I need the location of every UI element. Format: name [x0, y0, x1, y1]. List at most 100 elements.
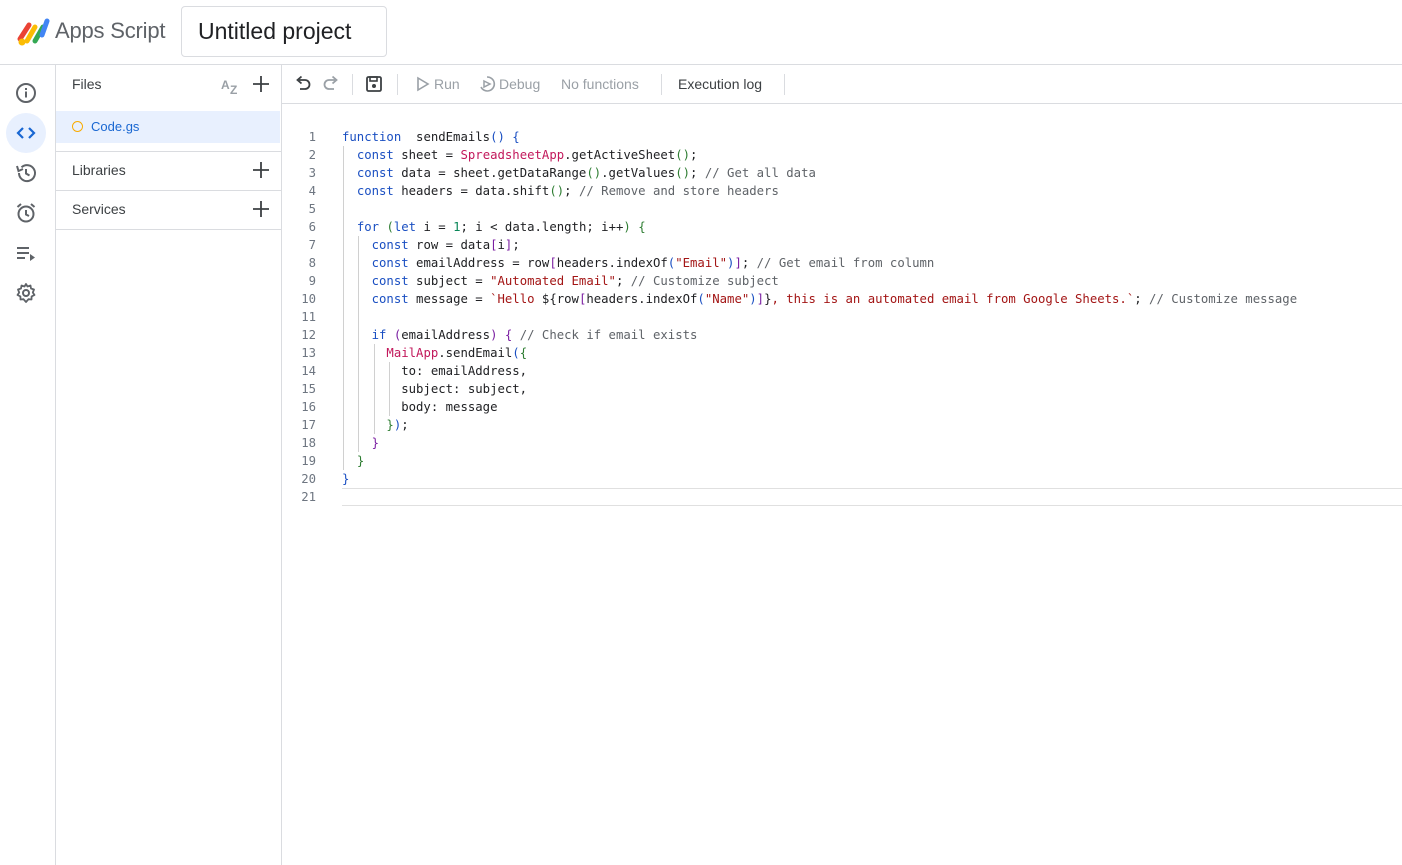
line-number: 11: [301, 310, 316, 324]
code-line[interactable]: 4 const headers = data.shift(); // Remov…: [282, 182, 1402, 200]
files-header: Files A Z: [56, 65, 282, 104]
info-icon: [16, 83, 36, 103]
play-icon: [417, 76, 430, 92]
line-number: 13: [301, 346, 316, 360]
code-line[interactable]: 13 MailApp.sendEmail({: [282, 344, 1402, 362]
code-text: const sheet = SpreadsheetApp.getActiveSh…: [356, 148, 698, 162]
debug-icon: [480, 76, 496, 92]
undo-icon[interactable]: [293, 74, 313, 94]
toolbar-separator: [397, 74, 398, 95]
files-label: Files: [72, 76, 102, 92]
code-text: MailApp.sendEmail({: [386, 346, 528, 360]
debug-button[interactable]: Debug: [477, 65, 547, 104]
function-select[interactable]: No functions: [561, 76, 639, 92]
history-icon: [16, 164, 36, 183]
rail-item-overview[interactable]: [6, 73, 46, 113]
add-file-icon[interactable]: [250, 73, 272, 95]
debug-label: Debug: [499, 76, 541, 92]
toolbar-separator: [352, 74, 353, 95]
redo-icon[interactable]: [321, 74, 341, 94]
code-editor[interactable]: 1 function sendEmails() { 2 const sheet = …: [282, 104, 1402, 865]
code-icon: [16, 127, 36, 139]
line-number: 3: [308, 166, 316, 180]
code-text: body: message: [342, 400, 498, 414]
file-item-code-gs[interactable]: Code.gs: [56, 111, 280, 143]
code-line[interactable]: 12 if (emailAddress) { // Check if email…: [282, 326, 1402, 344]
code-line[interactable]: 19 }: [282, 452, 1402, 470]
add-service-icon[interactable]: [250, 198, 272, 220]
run-button[interactable]: Run: [412, 65, 462, 104]
sort-az-icon[interactable]: A Z: [220, 74, 242, 96]
line-number: 4: [308, 184, 316, 198]
code-text: to: emailAddress,: [342, 364, 528, 378]
services-label: Services: [72, 201, 126, 217]
line-number: 21: [301, 490, 316, 504]
code-line[interactable]: 6 for (let i = 1; i < data.length; i++) …: [282, 218, 1402, 236]
toolbar-separator: [784, 74, 785, 95]
code-text: }: [342, 472, 350, 486]
execution-log-button[interactable]: Execution log: [678, 76, 762, 92]
editor-toolbar: Run Debug No functions Execution log: [282, 65, 1402, 104]
code-line[interactable]: 16 body: message: [282, 398, 1402, 416]
code-text: const emailAddress = row[headers.indexOf…: [371, 256, 935, 270]
code-text: subject: subject,: [342, 382, 528, 396]
line-number: 1: [308, 130, 316, 144]
code-line[interactable]: 11: [282, 308, 1402, 326]
code-text: function sendEmails() {: [342, 130, 520, 144]
rail-item-project-history[interactable]: [6, 153, 46, 193]
code-line[interactable]: 17 });: [282, 416, 1402, 434]
line-number: 8: [308, 256, 316, 270]
code-line[interactable]: 9 const subject = "Automated Email"; // …: [282, 272, 1402, 290]
code-line[interactable]: 1 function sendEmails() {: [282, 128, 1402, 146]
save-icon[interactable]: [364, 74, 384, 94]
file-name: Code.gs: [91, 119, 140, 134]
rail-item-project-settings[interactable]: [6, 273, 46, 313]
code-line[interactable]: 5: [282, 200, 1402, 218]
line-number: 12: [301, 328, 316, 342]
apps-script-logo-icon[interactable]: [16, 17, 50, 47]
code-text: }: [371, 436, 380, 450]
libraries-header: Libraries: [56, 151, 282, 190]
line-number: 14: [301, 364, 316, 378]
code-line[interactable]: 3 const data = sheet.getDataRange().getV…: [282, 164, 1402, 182]
code-text: const data = sheet.getDataRange().getVal…: [356, 166, 816, 180]
code-text: for (let i = 1; i < data.length; i++) {: [356, 220, 646, 234]
line-number: 7: [308, 238, 316, 252]
rail-item-triggers[interactable]: [6, 193, 46, 233]
rail-item-executions[interactable]: [6, 233, 46, 273]
line-number: 19: [301, 454, 316, 468]
code-line[interactable]: 7 const row = data[i];: [282, 236, 1402, 254]
line-number: 2: [308, 148, 316, 162]
code-text: const subject = "Automated Email"; // Cu…: [371, 274, 779, 288]
code-line[interactable]: 15 subject: subject,: [282, 380, 1402, 398]
code-line[interactable]: 21: [282, 488, 1402, 506]
code-line[interactable]: 14 to: emailAddress,: [282, 362, 1402, 380]
code-line[interactable]: 20}: [282, 470, 1402, 488]
alarm-icon: [16, 203, 36, 223]
add-library-icon[interactable]: [250, 159, 272, 181]
code-line[interactable]: 18 }: [282, 434, 1402, 452]
svg-text:Z: Z: [230, 83, 237, 96]
line-number: 17: [301, 418, 316, 432]
code-line[interactable]: 8 const emailAddress = row[headers.index…: [282, 254, 1402, 272]
gear-icon: [16, 283, 36, 303]
code-text: const row = data[i];: [371, 238, 520, 252]
run-label: Run: [434, 76, 460, 92]
code-text: const headers = data.shift(); // Remove …: [356, 184, 779, 198]
svg-text:A: A: [221, 78, 230, 92]
line-number: 6: [308, 220, 316, 234]
top-bar: Apps Script Untitled project: [0, 0, 1402, 65]
services-header: Services: [56, 190, 282, 229]
rail-item-editor[interactable]: [6, 113, 46, 153]
code-line[interactable]: 2 const sheet = SpreadsheetApp.getActive…: [282, 146, 1402, 164]
code-text: });: [386, 418, 409, 432]
code-line[interactable]: 10 const message = `Hello ${row[headers.…: [282, 290, 1402, 308]
line-number: 5: [308, 202, 316, 216]
code-text: if (emailAddress) { // Check if email ex…: [371, 328, 698, 342]
executions-icon: [17, 247, 35, 261]
line-number: 20: [301, 472, 316, 486]
line-number: 16: [301, 400, 316, 414]
project-title[interactable]: Untitled project: [181, 6, 387, 57]
line-number: 15: [301, 382, 316, 396]
line-number: 18: [301, 436, 316, 450]
